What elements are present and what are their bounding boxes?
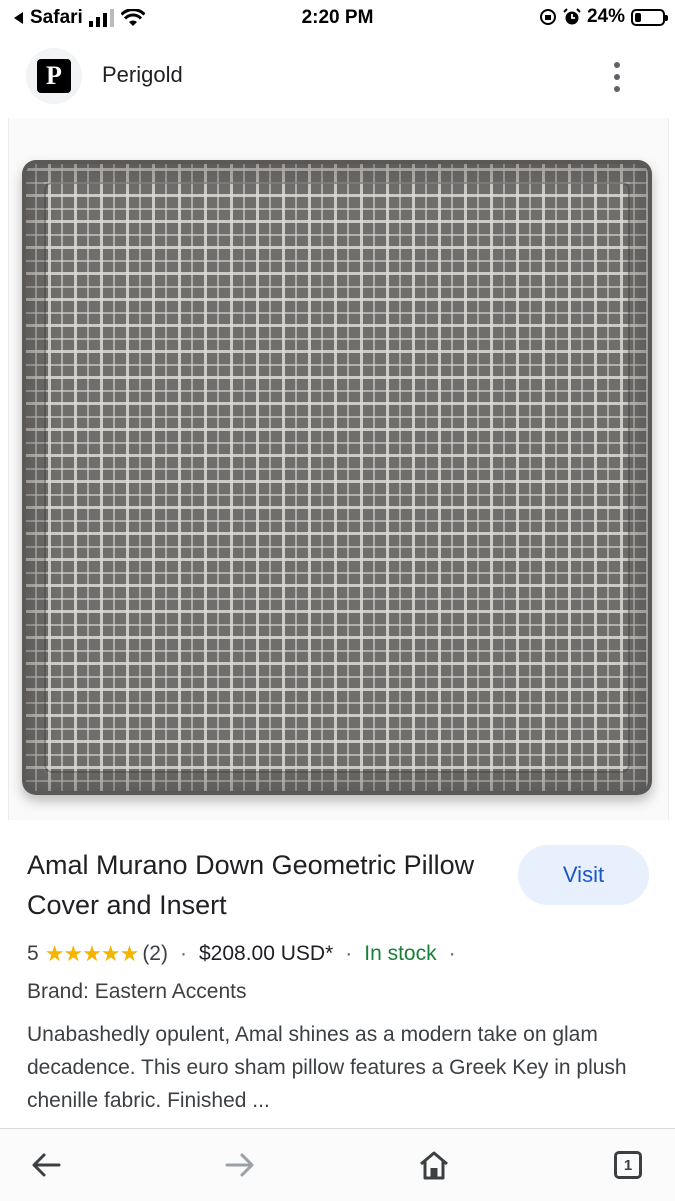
back-arrow-icon xyxy=(32,1153,61,1177)
site-logo-letter: P xyxy=(37,59,71,93)
product-title[interactable]: Amal Murano Down Geometric Pillow Cover … xyxy=(27,845,487,925)
orientation-lock-icon xyxy=(539,9,556,25)
status-bar: Safari 2:20 PM 24% xyxy=(0,0,675,36)
battery-icon xyxy=(631,8,668,26)
product-image[interactable] xyxy=(22,160,652,795)
site-logo[interactable]: P xyxy=(26,48,82,104)
rating-value: 5 xyxy=(27,942,39,965)
visit-button[interactable]: Visit xyxy=(518,845,649,905)
separator: · xyxy=(448,942,456,965)
battery-percent: 24% xyxy=(586,6,625,27)
site-header: P Perigold xyxy=(0,40,675,112)
star-rating-icon: ★★★★★ xyxy=(44,941,140,966)
battery-level xyxy=(635,12,641,22)
rating-row: 5 ★★★★★ (2) · $208.00 USD* · In stock · xyxy=(27,938,468,970)
more-vert-icon[interactable] xyxy=(607,60,627,94)
back-button[interactable] xyxy=(24,1143,68,1187)
separator: · xyxy=(179,942,187,965)
browser-toolbar: 1 xyxy=(0,1128,675,1201)
separator: · xyxy=(345,942,353,965)
forward-button[interactable] xyxy=(218,1143,262,1187)
review-count[interactable]: (2) xyxy=(142,942,168,966)
tabs-button[interactable]: 1 xyxy=(606,1143,650,1187)
alarm-icon xyxy=(563,8,581,25)
site-name[interactable]: Perigold xyxy=(102,62,183,88)
home-icon xyxy=(420,1151,448,1180)
home-button[interactable] xyxy=(412,1143,456,1187)
product-description: Unabashedly opulent, Amal shines as a mo… xyxy=(27,1023,627,1112)
availability: In stock xyxy=(364,942,437,965)
price: $208.00 USD* xyxy=(198,942,334,965)
forward-arrow-icon xyxy=(225,1153,254,1177)
brand: Brand: Eastern Accents xyxy=(27,980,247,1003)
tabs-icon: 1 xyxy=(614,1151,642,1179)
